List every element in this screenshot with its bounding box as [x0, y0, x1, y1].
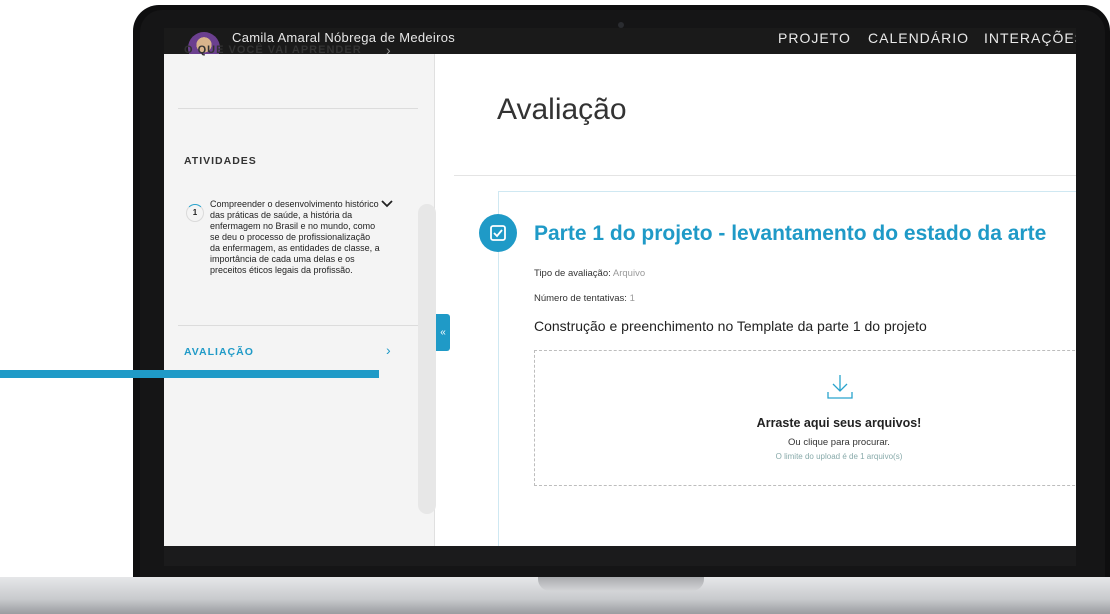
- user-name: Camila Amaral Nóbrega de Medeiros: [232, 30, 456, 45]
- chevron-right-icon: ›: [386, 342, 391, 358]
- assessment-type-label: Tipo de avaliação:: [534, 268, 611, 279]
- activity-description: Compreender o desenvolvimento histórico …: [210, 199, 380, 275]
- nav-calendario[interactable]: CALENDÁRIO: [868, 30, 969, 46]
- scrollbar[interactable]: [418, 204, 436, 514]
- assessment-description: Construção e preenchimento no Template d…: [534, 318, 927, 334]
- sidebar-item-learn[interactable]: O QUE VOCÊ VAI APRENDER: [184, 44, 362, 56]
- checkbox-icon: [479, 214, 517, 252]
- divider: [178, 325, 418, 326]
- download-icon: [827, 375, 853, 399]
- dropzone-title: Arraste aqui seus arquivos!: [756, 416, 922, 430]
- sidebar-item-avaliacao[interactable]: AVALIAÇÃO: [184, 346, 254, 358]
- attempts-value: 1: [629, 293, 635, 304]
- laptop-screen: Camila Amaral Nóbrega de Medeiros PROJET…: [164, 28, 1076, 546]
- chevron-right-icon: ›: [386, 42, 391, 58]
- dropzone-limit: O limite do upload é de 1 arquivo(s): [775, 452, 903, 461]
- laptop-notch: [538, 577, 704, 591]
- sidebar: O QUE VOCÊ VAI APRENDER › ATIVIDADES 1 C…: [164, 42, 436, 546]
- dropzone-browse-link[interactable]: Ou clique para procurar.: [755, 437, 923, 448]
- attempts-label: Número de tentativas:: [534, 293, 627, 304]
- assessment-title: Parte 1 do projeto - levantamento do est…: [534, 222, 1047, 245]
- divider: [454, 175, 1076, 176]
- assessment-attempts: Número de tentativas: 1: [534, 293, 635, 304]
- page-title: Avaliação: [497, 93, 627, 126]
- screen-bezel-bottom: [164, 546, 1076, 566]
- activity-progress-icon: 1: [186, 204, 204, 222]
- nav-projeto[interactable]: PROJETO: [778, 30, 851, 46]
- assessment-type: Tipo de avaliação: Arquivo: [534, 268, 645, 279]
- chevron-down-icon[interactable]: [380, 197, 394, 211]
- activities-heading: ATIVIDADES: [184, 155, 257, 167]
- assessment-type-value: Arquivo: [612, 268, 646, 279]
- collapse-sidebar-button[interactable]: «: [436, 314, 450, 351]
- decorative-accent-line: [0, 370, 379, 378]
- divider: [178, 108, 418, 109]
- nav-interacoes[interactable]: INTERAÇÕES: [984, 30, 1076, 46]
- file-dropzone[interactable]: Arraste aqui seus arquivos! Ou clique pa…: [534, 350, 1076, 486]
